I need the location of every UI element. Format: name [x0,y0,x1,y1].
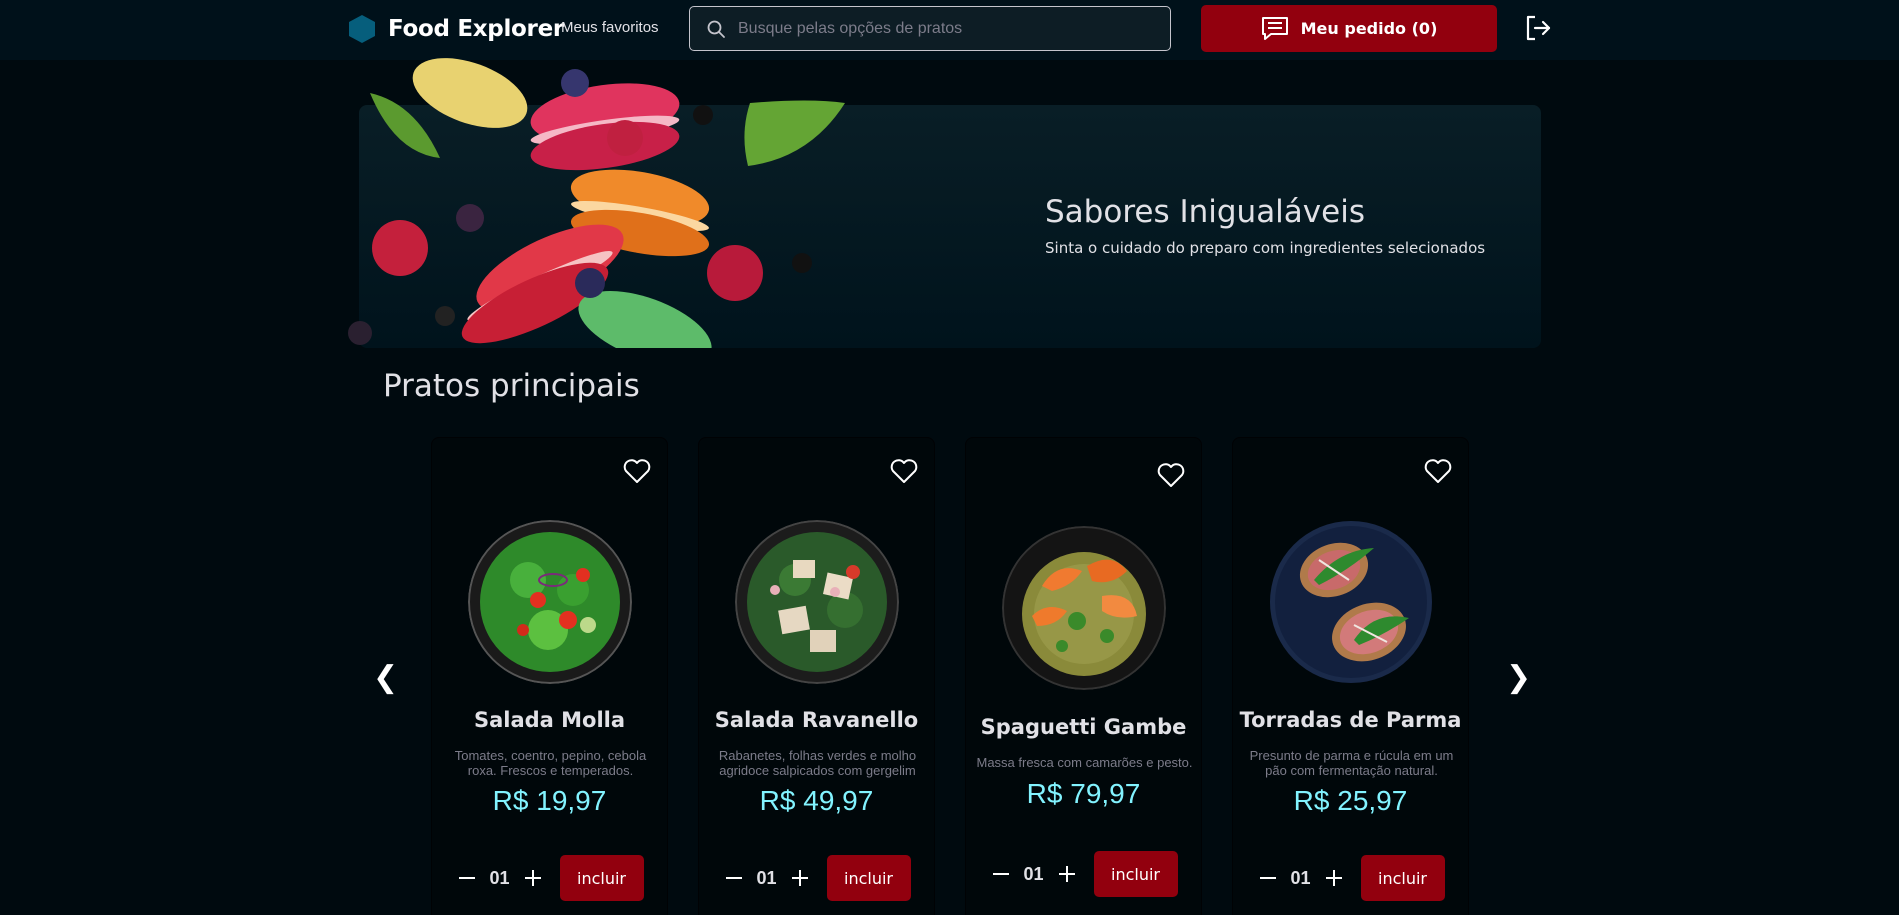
dish-image [734,520,899,684]
quantity-controls: 01 incluir [432,855,667,901]
quantity-controls: 01 incluir [699,855,934,901]
quantity-value: 01 [1023,863,1044,884]
plus-icon[interactable] [522,867,544,889]
dish-card[interactable]: Torradas de Parma Presunto de parma e rú… [1232,437,1469,915]
quantity-value: 01 [489,867,510,888]
add-to-order-button[interactable]: incluir [1360,855,1445,901]
dish-price: R$ 19,97 [492,785,607,816]
dish-price: R$ 79,97 [1026,778,1141,809]
dish-name[interactable]: Salada Ravanello [699,708,934,732]
heart-icon[interactable] [1424,458,1452,484]
my-order-button[interactable]: Meu pedido (0) [1201,5,1497,52]
plus-icon[interactable] [1056,863,1078,885]
heart-icon[interactable] [623,458,651,484]
receipt-icon [1261,16,1288,40]
minus-icon[interactable] [1257,867,1279,889]
favorites-link[interactable]: Meus favoritos [561,19,659,36]
minus-icon[interactable] [990,863,1012,885]
dish-card[interactable]: Spaguetti Gambe Massa fresca com camarõe… [965,437,1202,915]
dish-name[interactable]: Salada Molla [432,708,667,732]
heart-icon[interactable] [1157,462,1185,488]
search-box[interactable] [689,6,1171,51]
heart-icon[interactable] [890,458,918,484]
macarons-illustration [348,58,845,348]
brand-name: Food Explorer [388,16,564,42]
dish-name[interactable]: Spaguetti Gambe [966,715,1201,739]
dish-description: Rabanetes, folhas verdes e molho agridoc… [718,748,917,778]
carousel-prev-button[interactable]: ❮ [373,660,398,695]
section-title: Pratos principais [383,368,640,404]
dish-description: Tomates, coentro, pepino, cebola roxa. F… [454,748,647,778]
dish-image [467,520,632,684]
app-header: Food Explorer Meus favoritos Meu pedido … [0,0,1899,60]
carousel-next-button[interactable]: ❯ [1506,660,1531,695]
dish-price: R$ 25,97 [1293,785,1408,816]
dish-description: Massa fresca com camarões e pesto. [976,755,1193,770]
dish-image [1001,526,1166,690]
quantity-value: 01 [1290,867,1311,888]
brand-logo[interactable]: Food Explorer [348,14,564,44]
dish-card[interactable]: Salada Molla Tomates, coentro, pepino, c… [431,437,668,915]
quantity-controls: 01 incluir [966,851,1201,897]
banner-title: Sabores Inigualáveis [1045,194,1365,230]
my-order-label: Meu pedido (0) [1300,19,1438,38]
quantity-controls: 01 incluir [1233,855,1468,901]
quantity-value: 01 [756,867,777,888]
plus-icon[interactable] [1323,867,1345,889]
dish-description: Presunto de parma e rúcula em um pão com… [1249,748,1454,778]
search-input[interactable] [738,19,1170,38]
hexagon-icon [349,15,375,43]
minus-icon[interactable] [723,867,745,889]
minus-icon[interactable] [456,867,478,889]
add-to-order-button[interactable]: incluir [559,855,644,901]
search-icon [707,20,725,38]
banner-subtitle: Sinta o cuidado do preparo com ingredien… [1045,239,1486,257]
plus-icon[interactable] [789,867,811,889]
dish-image [1269,521,1432,683]
add-to-order-button[interactable]: incluir [826,855,911,901]
dish-price: R$ 49,97 [759,785,874,816]
add-to-order-button[interactable]: incluir [1093,851,1178,897]
dish-card[interactable]: Salada Ravanello Rabanetes, folhas verde… [698,437,935,915]
dish-name[interactable]: Torradas de Parma [1233,708,1468,732]
logout-icon[interactable] [1524,14,1552,42]
